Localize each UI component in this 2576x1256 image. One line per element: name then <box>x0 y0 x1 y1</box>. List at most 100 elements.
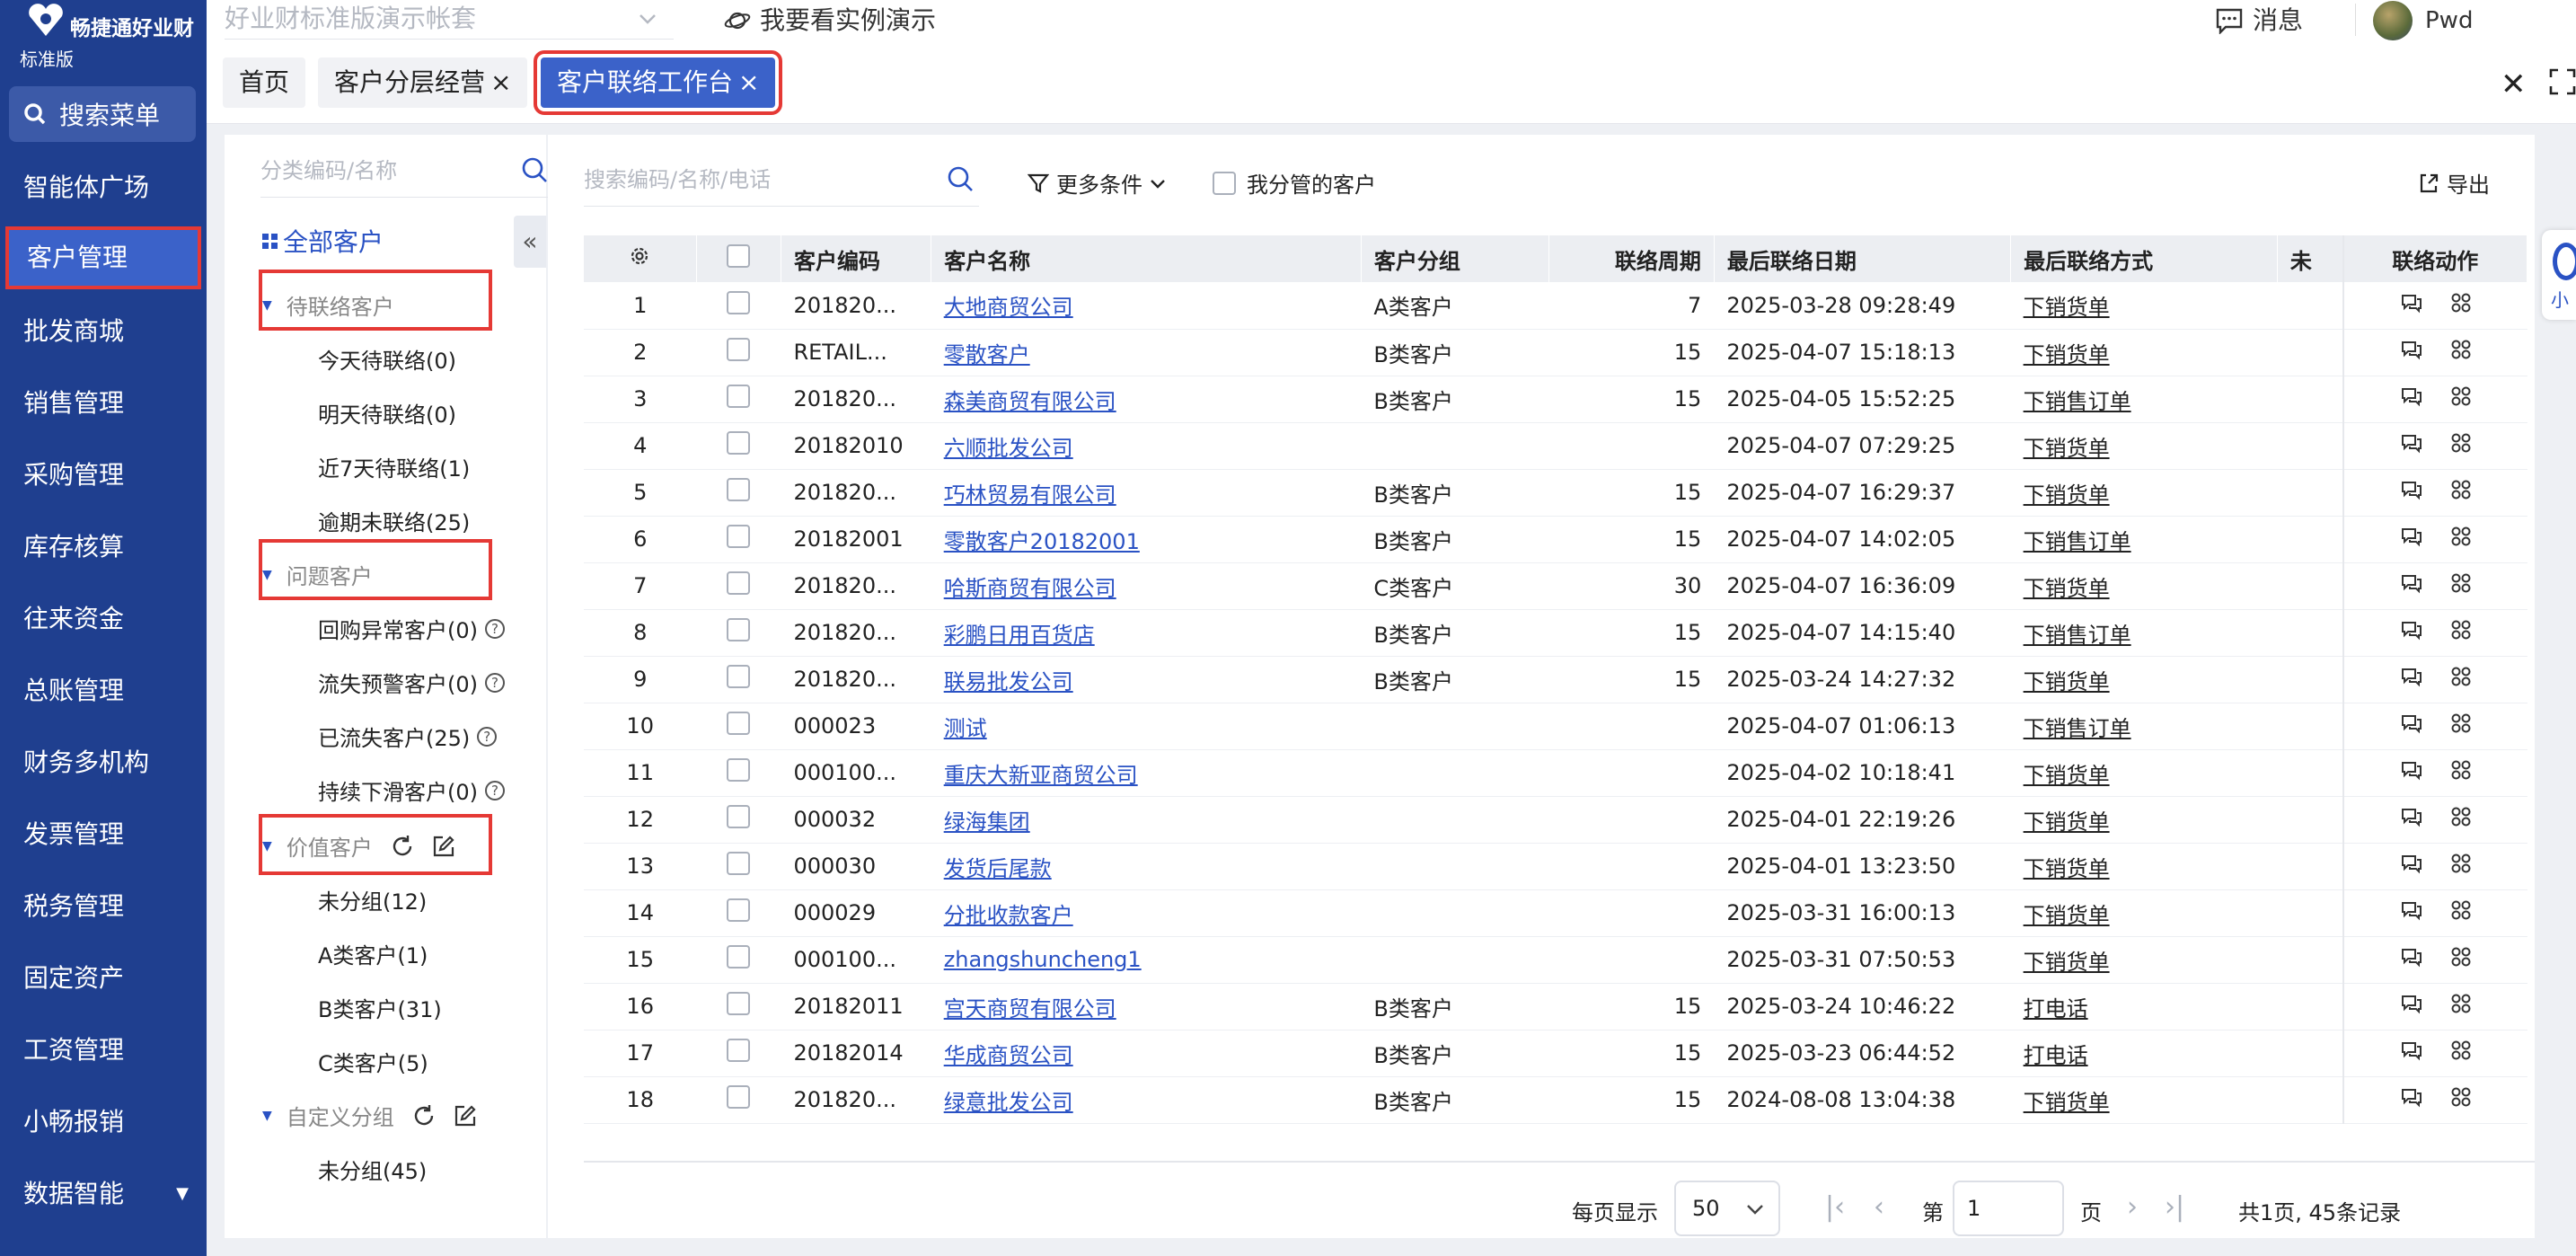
table-scroll-track[interactable] <box>584 1161 2535 1163</box>
contact-more-button[interactable] <box>2450 666 2472 693</box>
help-icon[interactable]: ? <box>485 780 505 800</box>
help-icon[interactable]: ? <box>485 618 505 639</box>
last-contact-method-link[interactable]: 下销货单 <box>2024 809 2110 835</box>
table-row[interactable]: 15 000100... zhangshuncheng1 2025-03-31 07:… <box>584 936 2527 984</box>
tree-item-repurchase[interactable]: 回购异常客户(0)? <box>318 613 505 644</box>
tree-item-class-a[interactable]: A类客户(1) <box>318 938 428 969</box>
customer-name-link[interactable]: 绿意批发公司 <box>944 1090 1073 1115</box>
contact-chat-button[interactable] <box>2400 479 2423 506</box>
contact-chat-button[interactable] <box>2400 292 2423 319</box>
row-select[interactable] <box>696 749 781 797</box>
tree-item-tomorrow[interactable]: 明天待联络(0) <box>318 397 456 429</box>
contact-more-button[interactable] <box>2450 946 2472 973</box>
row-checkbox[interactable] <box>727 431 751 455</box>
row-checkbox[interactable] <box>727 1039 751 1062</box>
contact-chat-button[interactable] <box>2400 572 2423 599</box>
last-contact-method-link[interactable]: 打电话 <box>2024 996 2088 1022</box>
row-select[interactable] <box>696 329 781 376</box>
customer-name-link[interactable]: 联易批发公司 <box>944 669 1073 694</box>
customer-name-link[interactable]: 宫天商贸有限公司 <box>944 996 1116 1022</box>
sidebar-item-invoice[interactable]: 发票管理 <box>0 803 207 866</box>
prev-page-icon[interactable]: ‹ <box>1874 1191 1884 1223</box>
contact-chat-button[interactable] <box>2400 619 2423 646</box>
contact-chat-button[interactable] <box>2400 385 2423 412</box>
table-row[interactable]: 2 RETAIL... 零散客户 B类客户 15 2025-04-07 15:18:13 下… <box>584 329 2527 376</box>
table-row[interactable]: 4 20182010 六顺批发公司 2025-04-07 07:29:25 下销货单 <box>584 422 2527 470</box>
contact-more-button[interactable] <box>2450 339 2472 366</box>
messages-button[interactable]: 消息 <box>2215 0 2303 41</box>
customer-name-link[interactable]: 巧林贸易有限公司 <box>944 482 1116 508</box>
contact-chat-button[interactable] <box>2400 759 2423 786</box>
edit-icon[interactable] <box>454 1104 477 1128</box>
tab-home[interactable]: 首页 <box>223 57 306 108</box>
contact-chat-button[interactable] <box>2400 946 2423 973</box>
sidebar-item-funds[interactable]: 往来资金 <box>0 588 207 650</box>
sidebar-item-inventory[interactable]: 库存核算 <box>0 516 207 579</box>
contact-more-button[interactable] <box>2450 712 2472 739</box>
customer-name-link[interactable]: 彩鹏日用百货店 <box>944 623 1095 648</box>
contact-more-button[interactable] <box>2450 1086 2472 1113</box>
table-row[interactable]: 11 000100... 重庆大新亚商贸公司 2025-04-02 10:18:41 下… <box>584 749 2527 797</box>
tree-item-churn-warning[interactable]: 流失预警客户(0)? <box>318 667 505 698</box>
customer-name-link[interactable]: 重庆大新亚商贸公司 <box>944 763 1138 788</box>
row-select[interactable] <box>696 796 781 844</box>
sidebar-item-expense[interactable]: 小畅报销 <box>0 1091 207 1154</box>
customer-name-link[interactable]: zhangshuncheng1 <box>944 947 1142 972</box>
contact-more-button[interactable] <box>2450 479 2472 506</box>
last-contact-method-link[interactable]: 下销货单 <box>2024 669 2110 694</box>
table-row[interactable]: 12 000032 绿海集团 2025-04-01 22:19:26 下销货单 <box>584 796 2527 844</box>
contact-more-button[interactable] <box>2450 1039 2472 1066</box>
contact-more-button[interactable] <box>2450 899 2472 926</box>
contact-chat-button[interactable] <box>2400 1039 2423 1066</box>
last-contact-method-link[interactable]: 下销货单 <box>2024 903 2110 928</box>
contact-more-button[interactable] <box>2450 572 2472 599</box>
menu-search-button[interactable]: 搜索菜单 <box>9 86 196 142</box>
contact-more-button[interactable] <box>2450 432 2472 459</box>
row-select[interactable] <box>696 1076 781 1124</box>
customer-search-input[interactable]: 搜索编码/名称/电话 <box>584 153 979 207</box>
refresh-icon[interactable] <box>391 835 414 858</box>
tree-group-pending[interactable]: ▼ 待联络客户 <box>262 289 394 321</box>
more-filters-button[interactable]: 更多条件 <box>1028 167 1175 199</box>
contact-chat-button[interactable] <box>2400 993 2423 1020</box>
table-row[interactable]: 16 20182011 宫天商贸有限公司 B类客户 15 2025-03-24 10:46… <box>584 983 2527 1030</box>
contact-chat-button[interactable] <box>2400 853 2423 880</box>
contact-more-button[interactable] <box>2450 526 2472 553</box>
row-select[interactable] <box>696 376 781 423</box>
tree-item-overdue[interactable]: 逾期未联络(25) <box>318 505 470 536</box>
row-select[interactable] <box>696 516 781 563</box>
contact-chat-button[interactable] <box>2400 432 2423 459</box>
last-contact-method-link[interactable]: 下销货单 <box>2024 576 2110 601</box>
row-checkbox[interactable] <box>727 385 751 408</box>
tree-group-custom[interactable]: ▼ 自定义分组 <box>262 1100 477 1131</box>
contact-chat-button[interactable] <box>2400 806 2423 833</box>
close-icon[interactable]: × <box>490 67 511 97</box>
table-row[interactable]: 9 201820... 联易批发公司 B类客户 15 2025-03-24 14:27:3… <box>584 656 2527 703</box>
row-checkbox[interactable] <box>727 290 751 314</box>
header-cycle[interactable]: 联络周期 <box>1548 235 1715 282</box>
tree-item-class-b[interactable]: B类客户(31) <box>318 992 442 1023</box>
row-select[interactable] <box>696 936 781 984</box>
customer-name-link[interactable]: 分批收款客户 <box>944 903 1073 928</box>
tab-customer-tiering[interactable]: 客户分层经营 × <box>318 57 528 108</box>
user-menu[interactable]: Pwd <box>2373 0 2473 41</box>
sidebar-item-ledger[interactable]: 总账管理 <box>0 659 207 722</box>
refresh-icon[interactable] <box>412 1104 436 1128</box>
row-select[interactable] <box>696 609 781 657</box>
fullscreen-icon[interactable] <box>2549 68 2576 95</box>
last-contact-method-link[interactable]: 打电话 <box>2024 1043 2088 1068</box>
tree-group-problem[interactable]: ▼ 问题客户 <box>262 559 373 590</box>
last-contact-method-link[interactable]: 下销货单 <box>2024 436 2110 461</box>
row-select[interactable] <box>696 469 781 517</box>
row-checkbox[interactable] <box>727 945 751 969</box>
row-select[interactable] <box>696 282 781 330</box>
contact-chat-button[interactable] <box>2400 1086 2423 1113</box>
search-icon[interactable] <box>947 165 974 192</box>
header-last-date[interactable]: 最后联络日期 <box>1714 235 2012 282</box>
search-icon[interactable] <box>521 156 548 183</box>
header-group[interactable]: 客户分组 <box>1361 235 1549 282</box>
row-select[interactable] <box>696 422 781 470</box>
row-checkbox[interactable] <box>727 712 751 735</box>
sidebar-item-wholesale[interactable]: 批发商城 <box>0 300 207 363</box>
last-contact-method-link[interactable]: 下销售订单 <box>2024 529 2131 554</box>
